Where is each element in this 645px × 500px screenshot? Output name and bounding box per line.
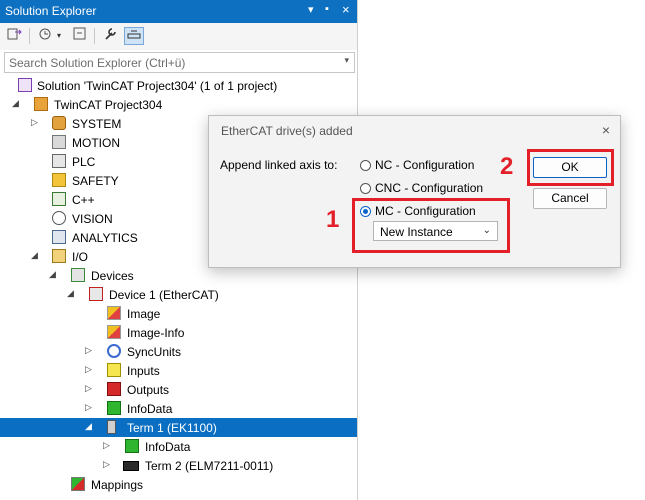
- safety-icon: [52, 173, 66, 187]
- cpp-icon: [52, 192, 66, 206]
- tree-item-infodata-term1[interactable]: ▷ InfoData: [0, 437, 357, 456]
- tree-item-label: Device 1 (EtherCAT): [109, 288, 219, 302]
- radio-cnc-configuration[interactable]: [360, 183, 371, 194]
- tree-item-label: SAFETY: [72, 174, 119, 188]
- highlight-box-ok: [527, 149, 614, 186]
- analytics-icon: [52, 230, 66, 244]
- tree-item-inputs[interactable]: ▷ Inputs: [0, 361, 357, 380]
- tree-item-label: Image: [127, 307, 161, 321]
- cancel-button[interactable]: Cancel: [533, 188, 607, 209]
- pin-icon[interactable]: ▪: [325, 3, 329, 15]
- inputs-icon: [107, 363, 121, 377]
- terminal-icon: [107, 420, 116, 434]
- tree-item-label: VISION: [72, 212, 113, 226]
- radio-nc-configuration[interactable]: [360, 160, 371, 171]
- tree-item-term-2[interactable]: ▷ Term 2 (ELM7211-0011): [0, 456, 357, 475]
- tree-item-image-info[interactable]: Image-Info: [0, 323, 357, 342]
- expanded-arrow-icon[interactable]: ◢: [12, 98, 19, 109]
- tree-item-term-1[interactable]: ◢ Term 1 (EK1100): [0, 418, 357, 437]
- tree-item-label: I/O: [72, 250, 89, 264]
- tree-item-solution[interactable]: Solution 'TwinCAT Project304' (1 of 1 pr…: [0, 76, 357, 95]
- collapsed-arrow-icon[interactable]: ▷: [103, 459, 110, 470]
- collapsed-arrow-icon[interactable]: ▷: [85, 345, 92, 356]
- search-options-icon[interactable]: ▾: [344, 55, 349, 66]
- tree-item-infodata[interactable]: ▷ InfoData: [0, 399, 357, 418]
- tree-item-image[interactable]: Image: [0, 304, 357, 323]
- preview-icon[interactable]: [124, 27, 144, 45]
- tree-item-label: Inputs: [127, 364, 160, 378]
- radio-nc-label[interactable]: NC - Configuration: [375, 158, 474, 172]
- motion-icon: [52, 135, 66, 149]
- sync-icon[interactable]: [5, 27, 25, 45]
- append-linked-axis-label: Append linked axis to:: [220, 158, 338, 172]
- infodata-icon: [107, 401, 121, 415]
- tree-item-mappings[interactable]: Mappings: [0, 475, 357, 494]
- dropdown-icon[interactable]: ▾: [308, 3, 314, 16]
- search-input[interactable]: Search Solution Explorer (Ctrl+ü) ▾: [4, 52, 355, 73]
- tree-item-syncunits[interactable]: ▷ SyncUnits: [0, 342, 357, 361]
- tree-item-label: InfoData: [145, 440, 191, 454]
- tree-item-label: Image-Info: [127, 326, 185, 340]
- tree-item-label: ANALYTICS: [72, 231, 138, 245]
- io-icon: [52, 249, 66, 263]
- panel-title: Solution Explorer: [5, 4, 97, 18]
- ethercat-device-icon: [89, 287, 103, 301]
- infodata-icon: [125, 439, 139, 453]
- step-number-1: 1: [326, 206, 340, 233]
- step-number-2: 2: [500, 153, 514, 180]
- collapsed-arrow-icon[interactable]: ▷: [85, 402, 92, 413]
- dialog-title: EtherCAT drive(s) added: [221, 124, 353, 138]
- syncunits-icon: [107, 344, 121, 358]
- collapsed-arrow-icon[interactable]: ▷: [31, 117, 38, 128]
- vision-icon: [52, 211, 66, 225]
- image-info-icon: [107, 325, 121, 339]
- tree-item-label: Devices: [91, 269, 134, 283]
- tree-item-label: Outputs: [127, 383, 170, 397]
- properties-wrench-icon[interactable]: [101, 27, 121, 45]
- solution-icon: [18, 78, 32, 92]
- tree-item-project[interactable]: ◢ TwinCAT Project304: [0, 95, 357, 114]
- system-icon: [52, 116, 66, 130]
- tree-item-label: SyncUnits: [127, 345, 182, 359]
- image-icon: [107, 306, 121, 320]
- tree-item-label: InfoData: [127, 402, 173, 416]
- tree-item-label: TwinCAT Project304: [54, 98, 163, 112]
- tree-item-label: Mappings: [91, 478, 144, 492]
- plc-icon: [52, 154, 66, 168]
- tree-item-label: Term 1 (EK1100): [127, 421, 217, 435]
- highlight-box-mc: [352, 198, 510, 253]
- history-dropdown-icon[interactable]: ▾: [54, 27, 64, 45]
- solution-explorer-toolbar: ▾: [0, 23, 357, 50]
- tree-item-label: Term 2 (ELM7211-0011): [145, 459, 274, 473]
- tree-item-label: SYSTEM: [72, 117, 122, 131]
- solution-explorer-titlebar: Solution Explorer ▾ ▪ ×: [0, 0, 357, 23]
- project-icon: [34, 97, 48, 111]
- search-placeholder: Search Solution Explorer (Ctrl+ü): [9, 56, 186, 70]
- devices-icon: [71, 268, 85, 282]
- collapse-all-icon[interactable]: [70, 27, 90, 45]
- terminal-icon: [123, 461, 139, 471]
- collapsed-arrow-icon[interactable]: ▷: [85, 364, 92, 375]
- outputs-icon: [107, 382, 121, 396]
- mappings-icon: [71, 477, 85, 491]
- expanded-arrow-icon[interactable]: ◢: [49, 269, 56, 280]
- tree-item-devices[interactable]: ◢ Devices: [0, 266, 357, 285]
- tree-item-label: PLC: [72, 155, 96, 169]
- close-icon[interactable]: ×: [602, 122, 610, 138]
- collapsed-arrow-icon[interactable]: ▷: [103, 440, 110, 451]
- tree-item-label: C++: [72, 193, 95, 207]
- tree-item-label: MOTION: [72, 136, 120, 150]
- expanded-arrow-icon[interactable]: ◢: [85, 421, 92, 432]
- tree-item-label: Solution 'TwinCAT Project304' (1 of 1 pr…: [37, 79, 278, 93]
- close-icon[interactable]: ×: [342, 2, 350, 17]
- tree-item-outputs[interactable]: ▷ Outputs: [0, 380, 357, 399]
- expanded-arrow-icon[interactable]: ◢: [31, 250, 38, 261]
- history-icon[interactable]: [36, 27, 56, 45]
- collapsed-arrow-icon[interactable]: ▷: [85, 383, 92, 394]
- tree-item-device-1[interactable]: ◢ Device 1 (EtherCAT): [0, 285, 357, 304]
- radio-cnc-label[interactable]: CNC - Configuration: [375, 181, 483, 195]
- expanded-arrow-icon[interactable]: ◢: [67, 288, 74, 299]
